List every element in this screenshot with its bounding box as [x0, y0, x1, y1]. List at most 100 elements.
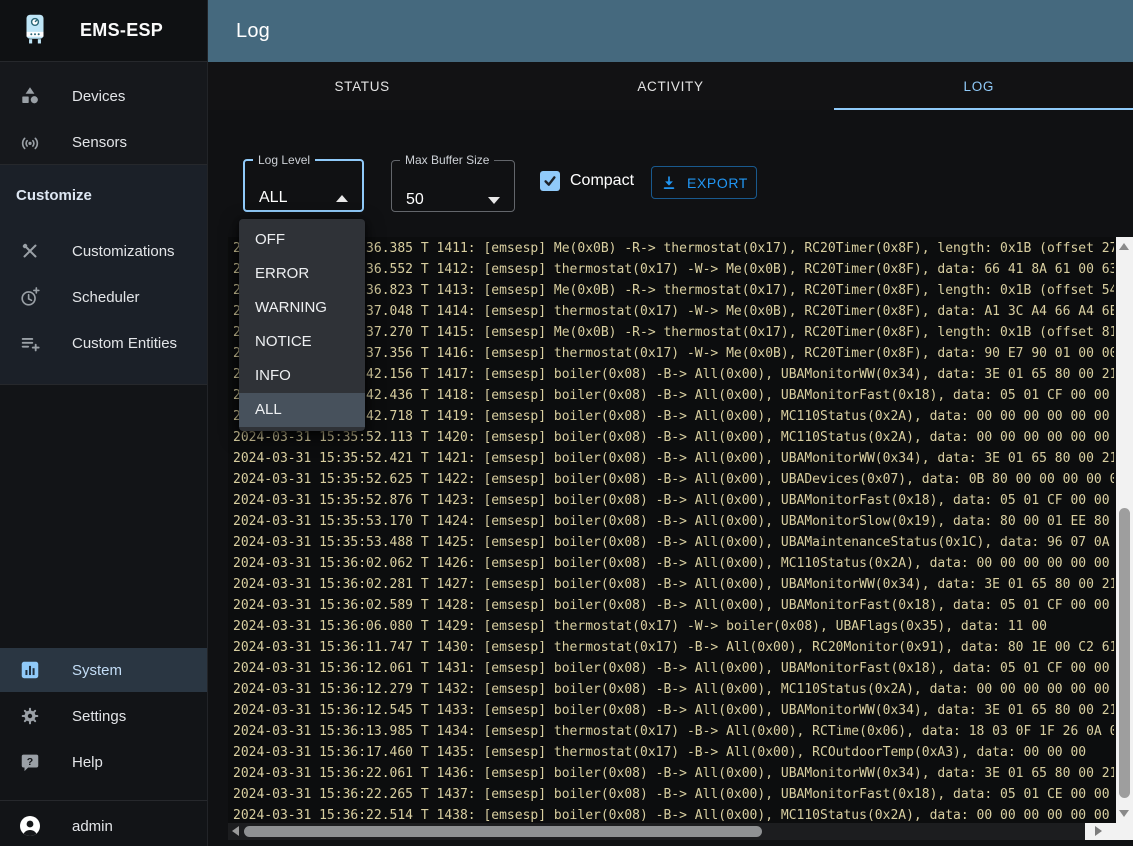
customize-header: Customize — [16, 187, 92, 204]
appbar: Log — [208, 0, 1133, 62]
sidebar-item-system[interactable]: System — [0, 648, 207, 692]
compact-checkbox[interactable] — [540, 171, 560, 191]
vertical-scrollbar-thumb[interactable] — [1119, 508, 1130, 798]
horizontal-scrollbar[interactable] — [228, 823, 1133, 840]
sidebar-user-label: admin — [72, 818, 113, 835]
log-line: 2024-03-31 15:35:53.488 T 1425: [emsesp]… — [233, 532, 1114, 553]
scroll-right-arrow-icon[interactable] — [1095, 826, 1102, 836]
log-level-select[interactable]: Log Level ALL — [243, 153, 364, 212]
max-buffer-value: 50 — [406, 191, 424, 209]
log-level-option[interactable]: OFF — [239, 223, 365, 257]
export-button[interactable]: EXPORT — [651, 166, 757, 199]
scroll-down-arrow-icon[interactable] — [1119, 810, 1129, 817]
main-panel: Log STATUS ACTIVITY LOG Log Level ALL Ma… — [208, 0, 1133, 846]
analytics-icon — [18, 658, 42, 682]
boiler-logo-icon — [18, 12, 52, 50]
sidebar-item-devices[interactable]: Devices — [0, 74, 207, 118]
log-line: 2024-03-31 15:36:06.080 T 1429: [emsesp]… — [233, 616, 1114, 637]
sidebar-item-label: Customizations — [72, 243, 175, 260]
sidebar-item-custom-entities[interactable]: Custom Entities — [0, 321, 207, 365]
tab-label: STATUS — [334, 79, 389, 94]
log-line: 2024-03-31 15:35:36.823 T 1413: [emsesp]… — [233, 280, 1114, 301]
app-window: EMS-ESP Devices — [0, 0, 1133, 846]
construction-icon — [18, 239, 42, 263]
log-line: 2024-03-31 15:36:13.985 T 1434: [emsesp]… — [233, 721, 1114, 742]
sidebar-item-label: Help — [72, 754, 103, 771]
account-circle-icon — [18, 814, 42, 838]
log-line: 2024-03-31 15:35:37.356 T 1416: [emsesp]… — [233, 343, 1114, 364]
log-line: 2024-03-31 15:35:52.625 T 1422: [emsesp]… — [233, 469, 1114, 490]
log-line: 2024-03-31 15:36:02.589 T 1428: [emsesp]… — [233, 595, 1114, 616]
category-icon — [18, 84, 42, 108]
log-level-option[interactable]: WARNING — [239, 291, 365, 325]
chevron-down-icon — [488, 197, 500, 204]
log-line: 2024-03-31 15:36:02.281 T 1427: [emsesp]… — [233, 574, 1114, 595]
vertical-scrollbar[interactable] — [1116, 237, 1133, 823]
max-buffer-select[interactable]: Max Buffer Size 50 — [391, 153, 515, 212]
sidebar-item-settings[interactable]: Settings — [0, 694, 207, 738]
log-line: 2024-03-31 15:35:42.436 T 1418: [emsesp]… — [233, 385, 1114, 406]
playlist-add-icon — [18, 331, 42, 355]
sidebar-item-label: Scheduler — [72, 289, 140, 306]
log-level-option[interactable]: NOTICE — [239, 325, 365, 359]
log-line: 2024-03-31 15:35:52.421 T 1421: [emsesp]… — [233, 448, 1114, 469]
page-title: Log — [236, 20, 270, 43]
tab-log[interactable]: LOG — [825, 62, 1133, 110]
scroll-left-arrow-icon[interactable] — [232, 826, 239, 836]
log-line: 2024-03-31 15:35:42.156 T 1417: [emsesp]… — [233, 364, 1114, 385]
sidebar-divider — [0, 800, 207, 801]
log-line: 2024-03-31 15:36:11.747 T 1430: [emsesp]… — [233, 637, 1114, 658]
sidebar: EMS-ESP Devices — [0, 0, 208, 846]
sidebar-item-scheduler[interactable]: Scheduler — [0, 275, 207, 319]
log-line: 2024-03-31 15:36:22.061 T 1436: [emsesp]… — [233, 763, 1114, 784]
sidebar-item-label: Settings — [72, 708, 126, 725]
log-line: 2024-03-31 15:36:17.460 T 1435: [emsesp]… — [233, 742, 1114, 763]
log-level-option[interactable]: ERROR — [239, 257, 365, 291]
export-label: EXPORT — [687, 175, 748, 191]
sidebar-item-sensors[interactable]: Sensors — [0, 120, 207, 164]
scrollbar-corner — [1085, 823, 1133, 840]
tab-status[interactable]: STATUS — [208, 62, 516, 110]
tab-indicator — [834, 108, 1133, 110]
more-time-icon — [18, 285, 42, 309]
sidebar-item-customizations[interactable]: Customizations — [0, 229, 207, 273]
log-line: 2024-03-31 15:36:22.265 T 1437: [emsesp]… — [233, 784, 1114, 805]
sidebar-item-label: System — [72, 662, 122, 679]
log-line: 2024-03-31 15:35:42.718 T 1419: [emsesp]… — [233, 406, 1114, 427]
horizontal-scrollbar-thumb[interactable] — [244, 826, 762, 837]
log-level-option[interactable]: INFO — [239, 359, 365, 393]
log-lines: 2024-03-31 15:35:36.385 T 1411: [emsesp]… — [233, 238, 1114, 823]
log-line: 2024-03-31 15:35:52.876 T 1423: [emsesp]… — [233, 490, 1114, 511]
log-line: 2024-03-31 15:36:22.514 T 1438: [emsesp]… — [233, 805, 1114, 823]
tab-activity[interactable]: ACTIVITY — [516, 62, 824, 110]
log-line: 2024-03-31 15:36:12.061 T 1431: [emsesp]… — [233, 658, 1114, 679]
log-level-menu: OFFERRORWARNINGNOTICEINFOALL — [239, 219, 365, 431]
log-line: 2024-03-31 15:35:36.552 T 1412: [emsesp]… — [233, 259, 1114, 280]
log-line: 2024-03-31 15:36:02.062 T 1426: [emsesp]… — [233, 553, 1114, 574]
log-line: 2024-03-31 15:35:37.270 T 1415: [emsesp]… — [233, 322, 1114, 343]
log-line: 2024-03-31 15:35:52.113 T 1420: [emsesp]… — [233, 427, 1114, 448]
download-icon — [660, 174, 678, 192]
log-level-value: ALL — [259, 189, 287, 207]
chevron-up-icon — [336, 195, 348, 202]
sidebar-item-admin[interactable]: admin — [0, 804, 207, 846]
sidebar-item-help[interactable]: ? Help — [0, 740, 207, 784]
log-line: 2024-03-31 15:35:53.170 T 1424: [emsesp]… — [233, 511, 1114, 532]
brand-header: EMS-ESP — [0, 0, 207, 62]
sensors-icon — [18, 130, 42, 154]
svg-text:?: ? — [27, 756, 33, 768]
sidebar-item-label: Sensors — [72, 134, 127, 151]
tab-bar: STATUS ACTIVITY LOG — [208, 62, 1133, 110]
sidebar-item-label: Custom Entities — [72, 335, 177, 352]
log-line: 2024-03-31 15:36:12.279 T 1432: [emsesp]… — [233, 679, 1114, 700]
scroll-up-arrow-icon[interactable] — [1119, 243, 1129, 250]
tab-label: LOG — [964, 79, 995, 94]
log-level-option[interactable]: ALL — [239, 393, 365, 427]
log-level-label: Log Level — [253, 153, 315, 167]
app-title: EMS-ESP — [80, 20, 163, 41]
log-line: 2024-03-31 15:35:36.385 T 1411: [emsesp]… — [233, 238, 1114, 259]
log-line: 2024-03-31 15:35:37.048 T 1414: [emsesp]… — [233, 301, 1114, 322]
gear-icon — [18, 704, 42, 728]
log-line: 2024-03-31 15:36:12.545 T 1433: [emsesp]… — [233, 700, 1114, 721]
compact-label: Compact — [570, 172, 634, 190]
